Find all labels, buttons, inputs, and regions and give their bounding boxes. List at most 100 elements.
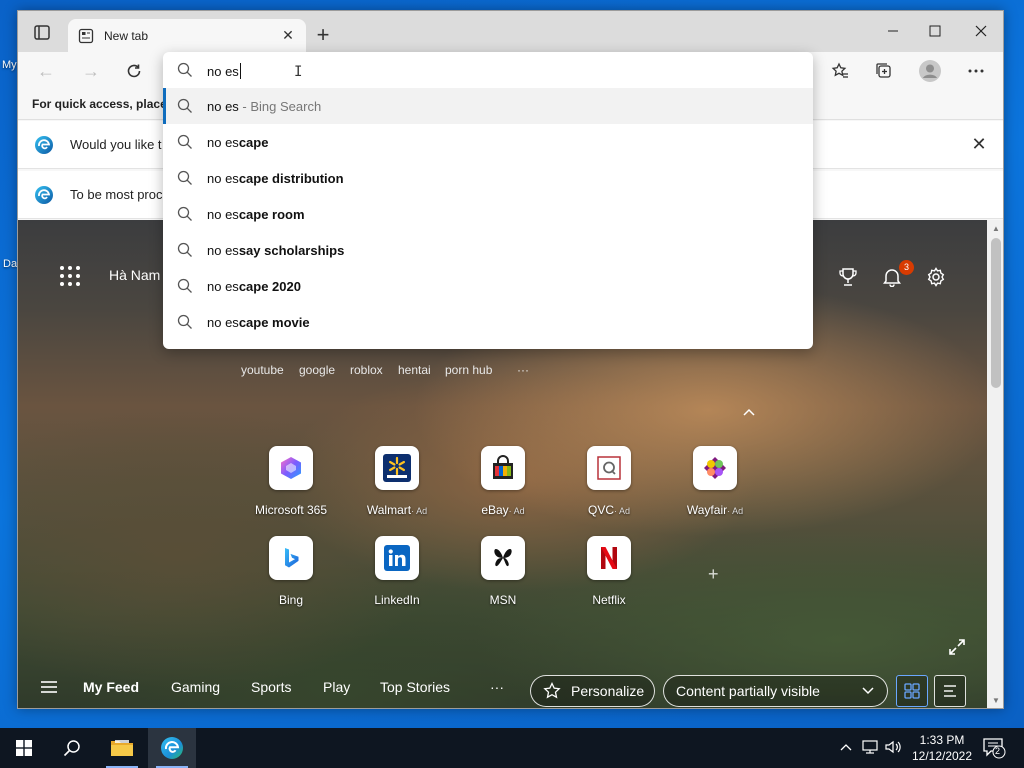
close-tab-icon[interactable]: ✕ <box>280 27 296 44</box>
scroll-down-icon[interactable]: ▼ <box>987 694 1003 708</box>
add-tile-plus-icon[interactable]: + <box>708 564 719 585</box>
feed-tab-my-feed[interactable]: My Feed <box>83 679 139 695</box>
favorites-star-icon[interactable] <box>827 59 853 83</box>
search-suggestion[interactable]: no escape movie <box>163 304 813 340</box>
hamburger-menu-icon[interactable] <box>40 679 58 695</box>
search-icon <box>177 206 193 222</box>
wayfair-icon <box>693 446 737 490</box>
rewards-trophy-icon[interactable] <box>835 264 861 290</box>
edge-taskbar-button[interactable] <box>148 728 196 768</box>
quick-link[interactable]: hentai <box>398 363 431 377</box>
tile-label: Walmart <box>366 503 412 517</box>
text-caret <box>239 63 241 79</box>
quick-link[interactable]: youtube <box>241 363 284 377</box>
minimize-icon[interactable] <box>870 17 916 45</box>
feed-tab-gaming[interactable]: Gaming <box>171 679 220 695</box>
bing-icon <box>269 536 313 580</box>
weather-location[interactable]: Hà Nam <box>109 267 160 283</box>
feed-tab-play[interactable]: Play <box>323 679 350 695</box>
desktop-icon-label[interactable]: My <box>2 59 17 71</box>
list-view-icon <box>944 685 956 697</box>
tab-actions-icon[interactable] <box>28 23 56 43</box>
quick-link[interactable]: roblox <box>350 363 383 377</box>
forward-arrow-icon[interactable]: → <box>78 59 104 83</box>
refresh-icon[interactable] <box>121 59 147 83</box>
chevron-down-icon <box>861 686 875 696</box>
scrollbar-thumb[interactable] <box>991 238 1001 388</box>
ebay-bag-icon <box>481 446 525 490</box>
tile-qvc[interactable]: QVC· Ad <box>564 446 654 517</box>
suggestion-prefix: no es <box>207 99 239 114</box>
suggestion-text: no escape distribution <box>207 171 344 186</box>
settings-more-icon[interactable] <box>963 59 989 83</box>
tile-microsoft-365[interactable]: Microsoft 365 <box>246 446 336 517</box>
volume-icon[interactable] <box>885 739 903 758</box>
search-suggestion[interactable]: no es - Bing Search <box>163 88 813 124</box>
tile-linkedin[interactable]: LinkedIn <box>352 536 442 607</box>
tile-ebay[interactable]: eBay· Ad <box>458 446 548 517</box>
page-settings-gear-icon[interactable] <box>923 264 949 290</box>
expand-background-icon[interactable] <box>948 638 968 658</box>
tile-walmart[interactable]: Walmart· Ad <box>352 446 442 517</box>
search-suggestion[interactable]: no essay scholarships <box>163 232 813 268</box>
page-scrollbar[interactable]: ▲ ▼ <box>987 220 1003 708</box>
search-icon <box>63 740 80 757</box>
ad-marker: · Ad <box>508 506 525 516</box>
feed-more-icon[interactable]: ··· <box>490 679 504 695</box>
search-icon <box>177 278 193 294</box>
new-tab-page-icon <box>78 28 94 44</box>
clock-time: 1:33 PM <box>919 733 965 747</box>
taskbar-clock[interactable]: 1:33 PM 12/12/2022 <box>910 732 974 764</box>
start-button[interactable] <box>0 728 48 768</box>
folder-icon <box>111 740 133 756</box>
address-input: no es <box>207 63 241 79</box>
tile-label: QVC <box>587 503 614 517</box>
tile-label: LinkedIn <box>374 593 420 607</box>
taskbar-search-button[interactable] <box>48 728 96 768</box>
close-window-icon[interactable] <box>958 17 1003 45</box>
suggestion-text: no escape room <box>207 207 305 222</box>
quick-link[interactable]: porn hub <box>445 363 492 377</box>
address-input-text[interactable]: no es <box>207 64 239 79</box>
search-suggestion[interactable]: no escape room <box>163 196 813 232</box>
search-icon <box>177 134 193 150</box>
quick-link[interactable]: google <box>299 363 335 377</box>
tile-wayfair[interactable]: Wayfair· Ad <box>670 446 760 517</box>
quick-links-more-icon[interactable]: ··· <box>517 363 529 377</box>
file-explorer-button[interactable] <box>98 728 146 768</box>
scroll-up-icon[interactable]: ▲ <box>987 222 1003 236</box>
search-icon <box>177 314 193 330</box>
network-icon[interactable] <box>862 739 880 758</box>
maximize-icon[interactable] <box>912 17 958 45</box>
app-launcher-icon[interactable] <box>58 264 82 288</box>
feed-tab-sports[interactable]: Sports <box>251 679 291 695</box>
search-suggestion[interactable]: no escape 2020 <box>163 268 813 304</box>
suggestion-completion: cape movie <box>238 315 310 330</box>
personalize-button[interactable]: Personalize <box>530 675 655 707</box>
show-hidden-icons-chevron-icon[interactable] <box>840 739 852 755</box>
content-visibility-dropdown[interactable]: Content partially visible <box>663 675 888 707</box>
tile-bing[interactable]: Bing <box>246 536 336 607</box>
address-bar[interactable]: no es I <box>163 52 813 88</box>
list-view-button[interactable] <box>934 675 966 707</box>
collapse-chevron-up-icon[interactable] <box>742 406 756 420</box>
grid-view-button[interactable] <box>896 675 928 707</box>
feed-tab-top-stories[interactable]: Top Stories <box>380 679 450 695</box>
tile-netflix[interactable]: Netflix <box>564 536 654 607</box>
suggestion-text: no escape <box>207 135 268 150</box>
tile-msn[interactable]: MSN <box>458 536 548 607</box>
action-center-button[interactable]: 2 <box>982 737 1006 762</box>
msn-butterfly-icon <box>481 536 525 580</box>
tab-new-tab[interactable]: New tab ✕ <box>68 19 306 52</box>
new-tab-plus-icon[interactable]: + <box>311 24 335 48</box>
linkedin-icon <box>375 536 419 580</box>
desktop-icon-label[interactable]: Da <box>3 258 17 270</box>
search-icon <box>177 242 193 258</box>
profile-avatar[interactable] <box>917 59 943 83</box>
close-infobar-icon[interactable]: ✕ <box>969 135 989 155</box>
search-icon <box>177 170 193 186</box>
search-suggestion[interactable]: no escape <box>163 124 813 160</box>
collections-icon[interactable] <box>871 59 897 83</box>
search-suggestion[interactable]: no escape distribution <box>163 160 813 196</box>
back-arrow-icon[interactable]: ← <box>33 59 59 83</box>
